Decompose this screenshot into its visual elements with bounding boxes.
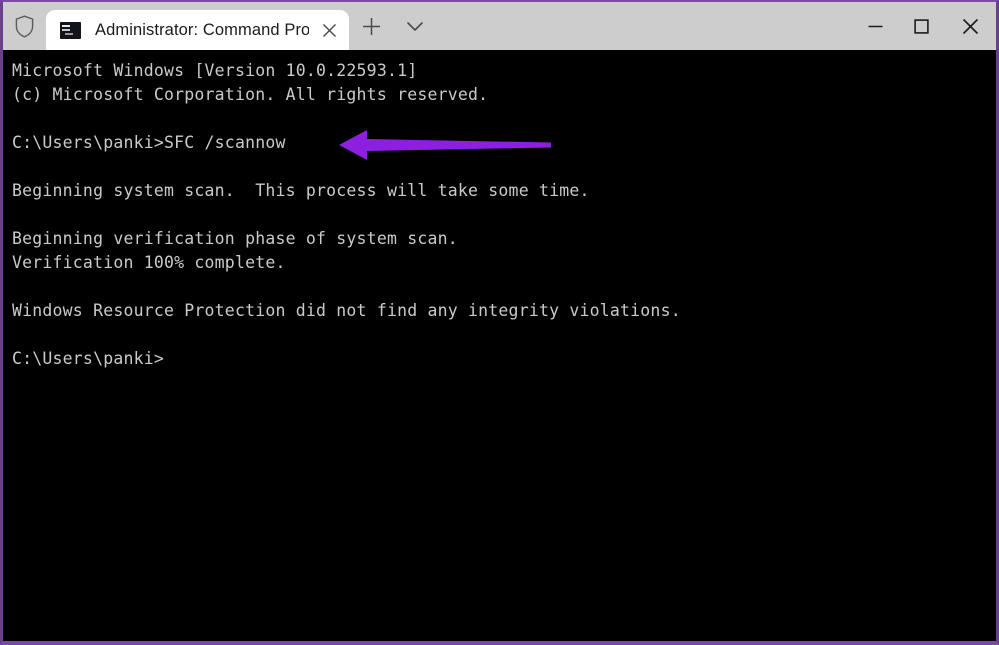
title-bar: Administrator: Command Prom bbox=[3, 2, 996, 50]
terminal-line: Windows Resource Protection did not find… bbox=[12, 301, 681, 320]
terminal-output-area[interactable]: Microsoft Windows [Version 10.0.22593.1]… bbox=[3, 50, 996, 641]
tab-title: Administrator: Command Prom bbox=[95, 21, 309, 39]
terminal-line: Beginning verification phase of system s… bbox=[12, 229, 458, 248]
tab-command-prompt[interactable]: Administrator: Command Prom bbox=[46, 10, 349, 50]
terminal-text: Microsoft Windows [Version 10.0.22593.1]… bbox=[12, 59, 996, 371]
minimize-button[interactable] bbox=[852, 2, 898, 50]
terminal-line: C:\Users\panki>SFC /scannow bbox=[12, 133, 286, 152]
chevron-down-icon[interactable] bbox=[393, 2, 437, 50]
close-button[interactable] bbox=[944, 2, 996, 50]
titlebar-drag-region bbox=[437, 2, 852, 50]
close-icon[interactable] bbox=[309, 10, 349, 50]
command-prompt-window: Administrator: Command Prom Microsoft Wi… bbox=[0, 0, 999, 645]
terminal-line: C:\Users\panki> bbox=[12, 349, 165, 368]
terminal-line: Beginning system scan. This process will… bbox=[12, 181, 590, 200]
command-prompt-icon bbox=[60, 21, 81, 39]
terminal-line: Verification 100% complete. bbox=[12, 253, 286, 272]
terminal-line: Microsoft Windows [Version 10.0.22593.1] bbox=[12, 61, 418, 80]
shield-icon bbox=[3, 2, 46, 50]
maximize-button[interactable] bbox=[898, 2, 944, 50]
new-tab-button[interactable] bbox=[349, 2, 393, 50]
terminal-line: (c) Microsoft Corporation. All rights re… bbox=[12, 85, 489, 104]
